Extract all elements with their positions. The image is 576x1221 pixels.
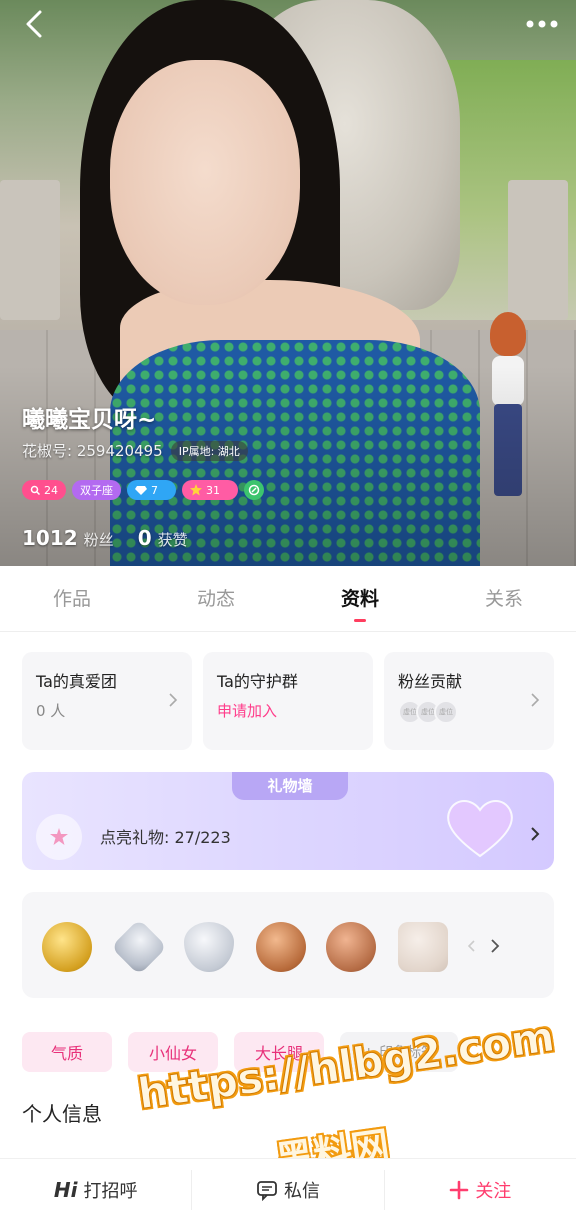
likes-label: 获赞 <box>157 531 188 549</box>
chevron-right-icon <box>531 827 540 841</box>
guard-group-title: Ta的守护群 <box>217 672 298 691</box>
tab-profile-info[interactable]: 资料 <box>288 566 432 632</box>
gift-wall-card[interactable]: 礼物墙 点亮礼物: 27/223 <box>22 772 554 870</box>
fan-contribution-card[interactable]: 粉丝贡献 虚位 虚位 虚位 <box>384 652 554 750</box>
medal-navigation[interactable] <box>468 938 500 954</box>
search-level-icon <box>30 485 40 495</box>
chevron-right-icon <box>531 693 540 707</box>
star-icon <box>190 484 202 496</box>
impression-tag[interactable]: 大长腿 <box>234 1032 324 1072</box>
join-request-link[interactable]: 申请加入 <box>217 700 359 721</box>
heart-decoration-icon <box>447 800 513 858</box>
follow-label: 关注 <box>475 1181 512 1202</box>
ip-location-badge: IP属地: 湖北 <box>170 440 248 461</box>
personal-info-title: 个人信息 <box>22 1102 102 1126</box>
watermark: https://hlbg2.com 黑料网 <box>135 1011 558 1183</box>
gift-lit-count: 点亮礼物: 27/223 <box>100 828 231 847</box>
fan-contribution-slots: 虚位 虚位 虚位 <box>398 700 540 724</box>
fan-club-card[interactable]: Ta的真爱团 0 人 <box>22 652 192 750</box>
likes-count: 0 <box>137 526 152 550</box>
add-impression-tag-button[interactable]: + 印象标签 <box>340 1032 458 1072</box>
medal-bronze-ring-icon[interactable] <box>326 922 376 972</box>
gift-wall-label: 礼物墙 <box>232 772 348 800</box>
message-label: 私信 <box>283 1181 320 1202</box>
profile-stats: 1012 粉丝 0 获赞 <box>22 526 206 550</box>
fans-count[interactable]: 1012 <box>22 526 78 550</box>
star-badge[interactable]: 31 <box>182 480 238 500</box>
tab-relations[interactable]: 关系 <box>432 566 576 632</box>
diamond-badge[interactable]: 7 <box>127 480 176 500</box>
fan-contribution-title: 粉丝贡献 <box>398 672 463 691</box>
diamond-icon <box>135 486 147 495</box>
tab-works[interactable]: 作品 <box>0 566 144 632</box>
chevron-right-icon[interactable] <box>490 938 500 954</box>
chevron-left-icon[interactable] <box>468 940 476 952</box>
back-icon[interactable] <box>20 8 50 40</box>
medal-silver-play-icon[interactable] <box>110 918 168 976</box>
level-badge[interactable]: 24 <box>22 480 66 500</box>
fan-club-title: Ta的真爱团 <box>36 672 117 691</box>
medal-gold-icon[interactable] <box>42 922 92 972</box>
profile-id: 花椒号: 259420495 <box>22 442 163 460</box>
profile-id-row: 花椒号: 259420495 IP属地: 湖北 <box>22 440 248 461</box>
medal-silver-heart-icon[interactable] <box>184 922 234 972</box>
message-icon <box>257 1181 277 1201</box>
profile-tabs: 作品 动态 资料 关系 <box>0 566 576 632</box>
medal-wall <box>22 892 554 998</box>
tab-moments[interactable]: 动态 <box>144 566 288 632</box>
message-button[interactable]: 私信 <box>192 1159 383 1221</box>
greet-button[interactable]: Hi 打招呼 <box>0 1159 191 1221</box>
empty-fan-slot: 虚位 <box>434 700 458 724</box>
hi-icon: Hi <box>53 1178 78 1202</box>
chevron-right-icon <box>169 693 178 707</box>
gift-icon <box>36 814 82 860</box>
edit-badge-icon[interactable] <box>244 480 264 500</box>
fans-label: 粉丝 <box>83 531 114 549</box>
fan-club-count: 0 人 <box>36 702 66 720</box>
bottom-action-bar: Hi 打招呼 私信 关注 <box>0 1158 576 1221</box>
badge-row: 24 双子座 7 31 <box>22 480 264 500</box>
zodiac-badge[interactable]: 双子座 <box>72 480 121 500</box>
impression-tag[interactable]: 气质 <box>22 1032 112 1072</box>
medal-bronze-hexagon-icon[interactable] <box>256 922 306 972</box>
plus-icon <box>450 1180 469 1200</box>
guard-group-card[interactable]: Ta的守护群 申请加入 <box>203 652 373 750</box>
medal-locked-icon[interactable] <box>398 922 448 972</box>
more-options-icon[interactable] <box>520 10 564 38</box>
impression-tags: 气质 小仙女 大长腿 + 印象标签 <box>22 1032 458 1072</box>
profile-name: 曦曦宝贝呀~ <box>22 407 157 433</box>
background-pillar <box>0 180 60 320</box>
person-face <box>110 60 300 305</box>
background-pillar <box>508 180 568 320</box>
impression-tag[interactable]: 小仙女 <box>128 1032 218 1072</box>
follow-button[interactable]: 关注 <box>385 1159 576 1221</box>
greet-label: 打招呼 <box>83 1181 138 1202</box>
